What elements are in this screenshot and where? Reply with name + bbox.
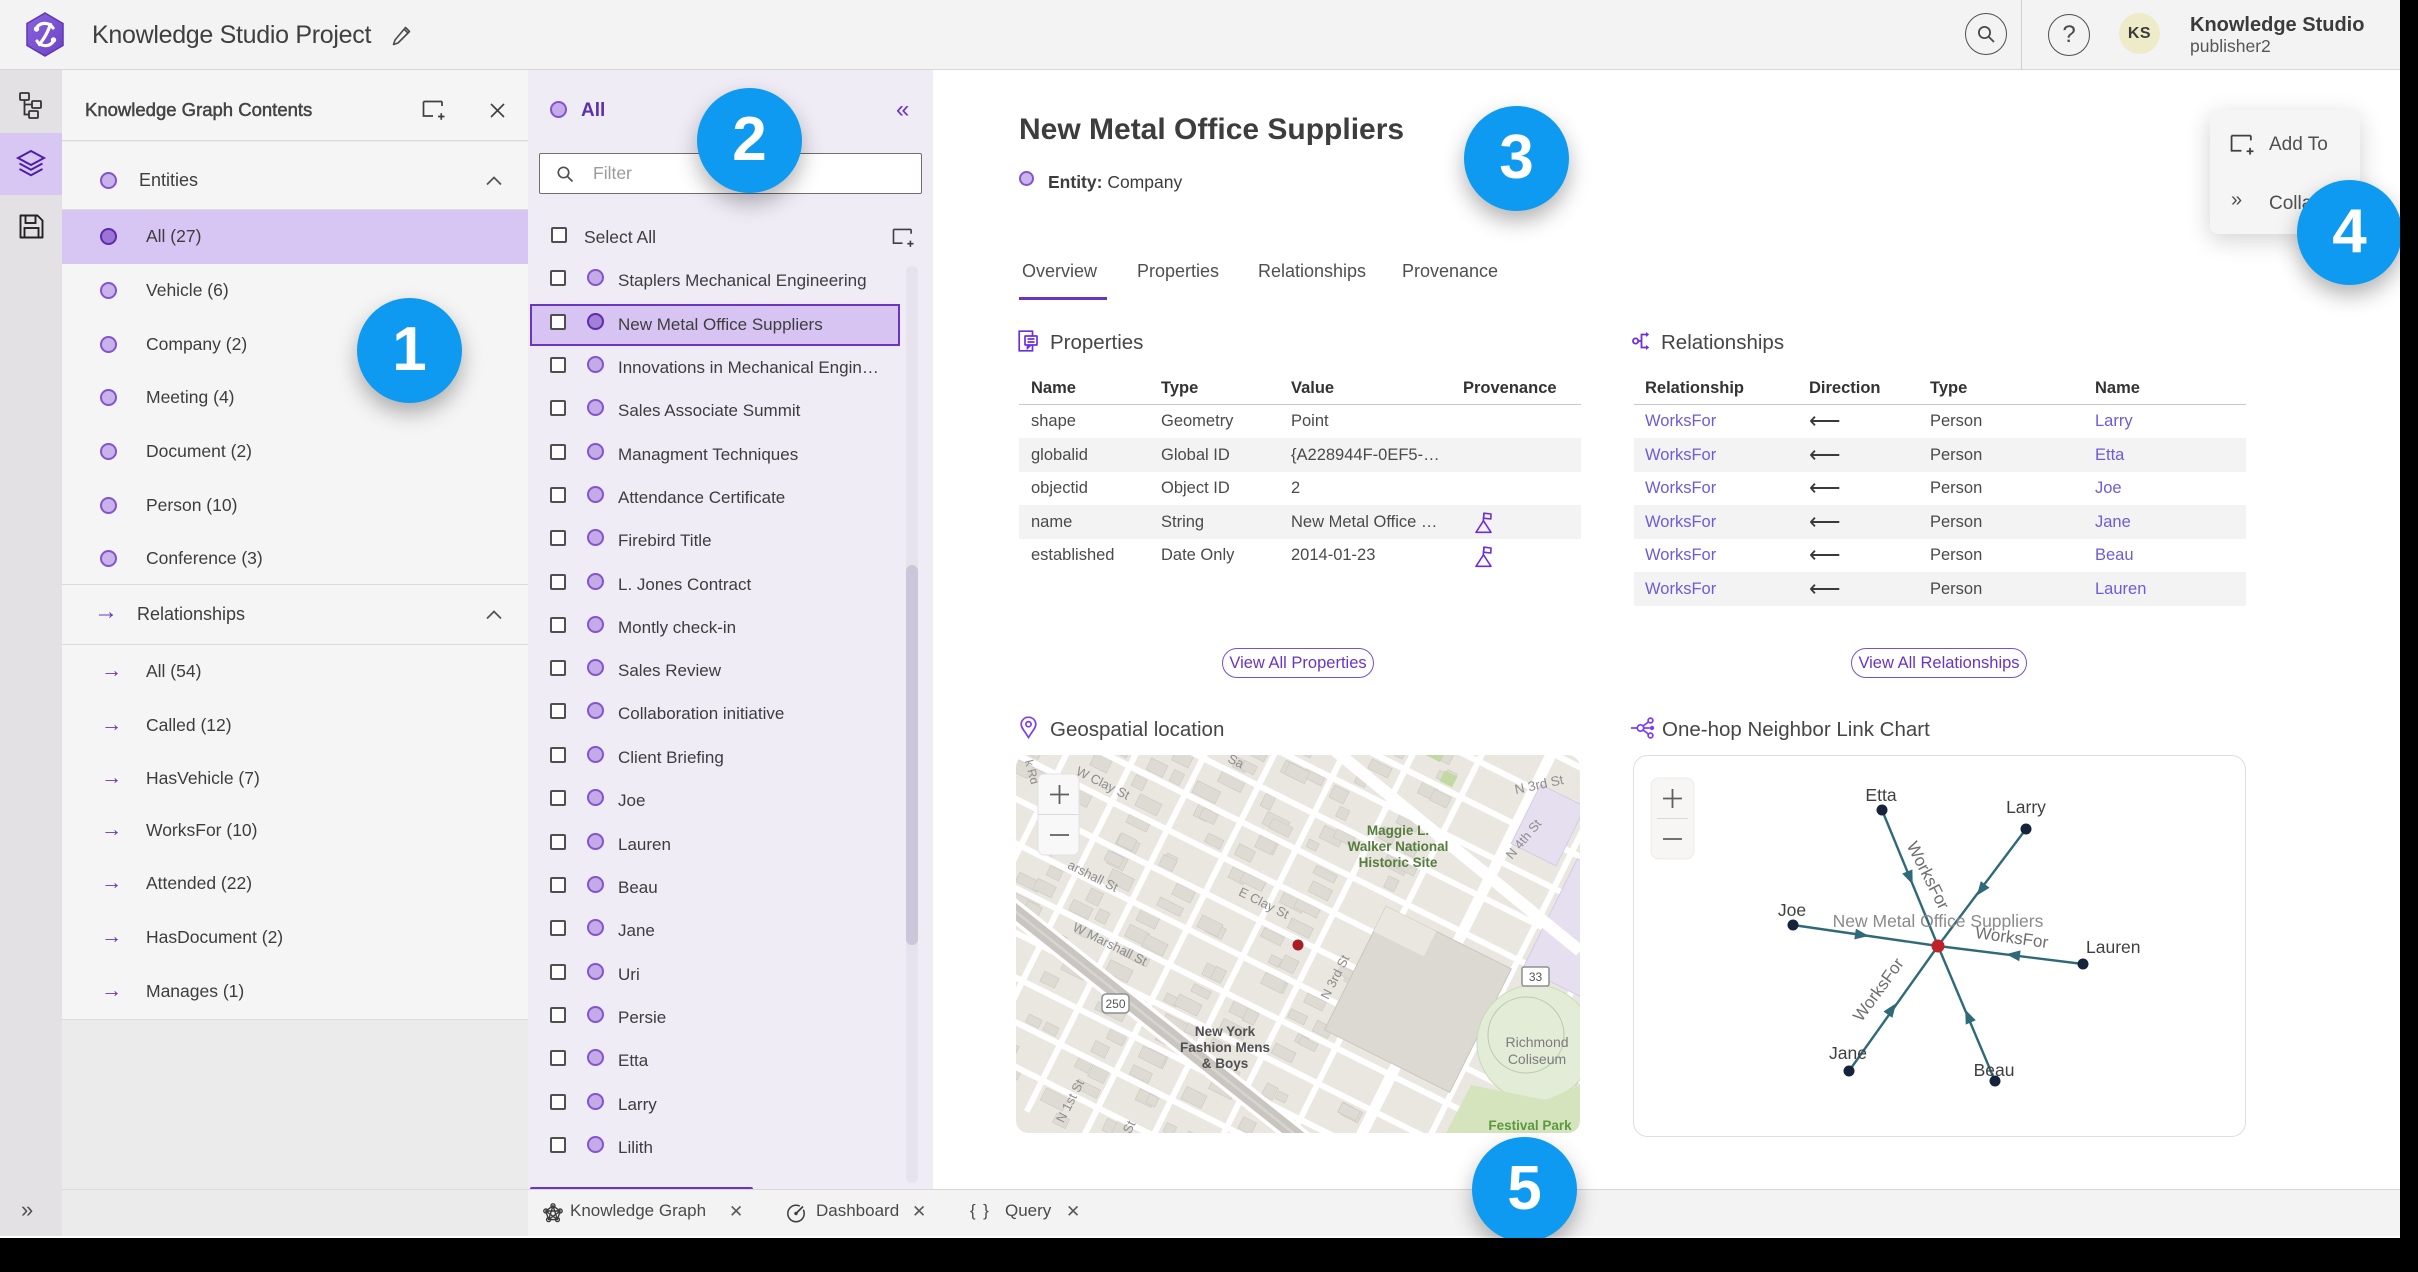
svg-text:Larry: Larry bbox=[2006, 797, 2046, 817]
svg-text:Joe: Joe bbox=[1778, 900, 1806, 920]
svg-text:Richmond: Richmond bbox=[1505, 1034, 1568, 1050]
svg-text:Etta: Etta bbox=[1865, 785, 1896, 805]
svg-text:Walker National: Walker National bbox=[1348, 839, 1449, 854]
svg-text:Festival Park: Festival Park bbox=[1488, 1118, 1572, 1133]
svg-text:33: 33 bbox=[1529, 970, 1543, 984]
svg-text:Lauren: Lauren bbox=[2086, 937, 2141, 957]
svg-text:250: 250 bbox=[1105, 997, 1125, 1011]
svg-text:& Boys: & Boys bbox=[1202, 1056, 1249, 1071]
svg-text:Fashion Mens: Fashion Mens bbox=[1180, 1040, 1270, 1055]
svg-text:Historic Site: Historic Site bbox=[1359, 855, 1438, 870]
svg-text:Beau: Beau bbox=[1974, 1060, 2015, 1080]
svg-text:Maggie L.: Maggie L. bbox=[1367, 823, 1429, 838]
svg-text:Coliseum: Coliseum bbox=[1508, 1051, 1566, 1067]
svg-text:New York: New York bbox=[1195, 1024, 1256, 1039]
svg-text:Jane: Jane bbox=[1829, 1043, 1867, 1063]
